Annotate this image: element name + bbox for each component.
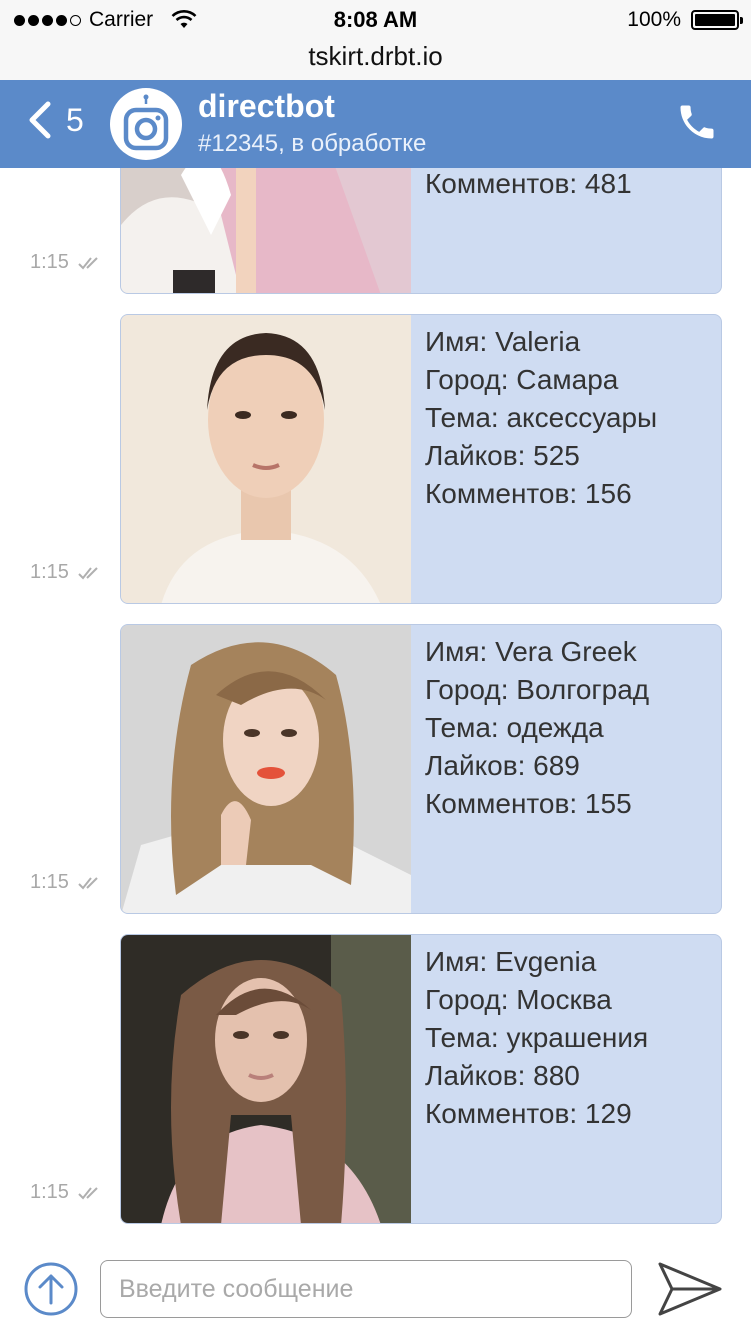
chat-subtitle: #12345, в обработке (198, 130, 427, 157)
time-label: 1:15 (30, 251, 69, 273)
time-label: 1:15 (30, 1181, 69, 1203)
battery-percent: 100% (627, 8, 681, 31)
status-bar: Carrier 8:08 AM 100% (0, 0, 751, 40)
likes-line: Лайков: 880 (425, 1060, 580, 1091)
message-card[interactable]: Имя: Valeria Город: Самара Тема: аксессу… (120, 314, 722, 604)
message-list[interactable]: Комментов: 481 1:15 Имя: Valeria Город: … (0, 168, 751, 1238)
topic-line: Тема: украшения (425, 1022, 649, 1053)
message-card[interactable]: Комментов: 481 (120, 168, 722, 294)
message-text: Имя: Evgenia Город: Москва Тема: украшен… (425, 943, 648, 1133)
chevron-left-icon (29, 101, 51, 139)
profile-photo[interactable] (121, 935, 411, 1223)
message-time: 1:15 (30, 561, 105, 584)
city-line: Город: Москва (425, 984, 612, 1015)
profile-photo[interactable] (121, 625, 411, 913)
city-line: Город: Самара (425, 364, 619, 395)
message-time: 1:15 (30, 251, 105, 274)
avatar[interactable] (110, 88, 182, 160)
double-check-icon (78, 876, 98, 889)
profile-photo[interactable] (121, 315, 411, 603)
topic-line: Тема: одежда (425, 712, 604, 743)
send-arrow-icon[interactable] (656, 1260, 724, 1318)
message-text: Имя: Vera Greek Город: Волгоград Тема: о… (425, 633, 649, 823)
profile-photo[interactable] (121, 168, 411, 293)
comments-line: Комментов: 129 (425, 1098, 632, 1129)
url-bar[interactable]: tskirt.drbt.io (0, 40, 751, 80)
topic-line: Тема: аксессуары (425, 402, 658, 433)
time-label: 1:15 (30, 871, 69, 893)
message-input[interactable] (100, 1260, 632, 1318)
message-time: 1:15 (30, 871, 105, 894)
name-line: Имя: Valeria (425, 326, 581, 357)
back-button[interactable]: 5 (26, 98, 84, 142)
comments-line: Комментов: 156 (425, 478, 632, 509)
time-label: 1:15 (30, 561, 69, 583)
message-time: 1:15 (30, 1181, 105, 1204)
message-card[interactable]: Имя: Vera Greek Город: Волгоград Тема: о… (120, 624, 722, 914)
city-line: Город: Волгоград (425, 674, 650, 705)
double-check-icon (78, 1186, 98, 1199)
message-card[interactable]: Имя: Evgenia Город: Москва Тема: украшен… (120, 934, 722, 1224)
message-composer (0, 1240, 751, 1334)
double-check-icon (78, 256, 98, 269)
comments-line: Комментов: 481 (425, 168, 632, 199)
comments-line: Комментов: 155 (425, 788, 632, 819)
name-line: Имя: Evgenia (425, 946, 597, 977)
double-check-icon (78, 566, 98, 579)
battery-icon (691, 10, 743, 30)
phone-icon[interactable] (675, 100, 719, 144)
unread-count: 5 (66, 101, 84, 138)
arrow-up-circle-icon[interactable] (23, 1261, 79, 1317)
likes-line: Лайков: 689 (425, 750, 580, 781)
likes-line: Лайков: 525 (425, 440, 580, 471)
chat-header: 5 directbot #12345, в обработке (0, 80, 751, 168)
message-text: Имя: Valeria Город: Самара Тема: аксессу… (425, 323, 657, 513)
chat-title: directbot (198, 88, 335, 124)
name-line: Имя: Vera Greek (425, 636, 637, 667)
instagram-robot-icon (123, 94, 169, 151)
message-text: Комментов: 481 (425, 168, 632, 203)
battery-info: 100% (627, 8, 743, 32)
